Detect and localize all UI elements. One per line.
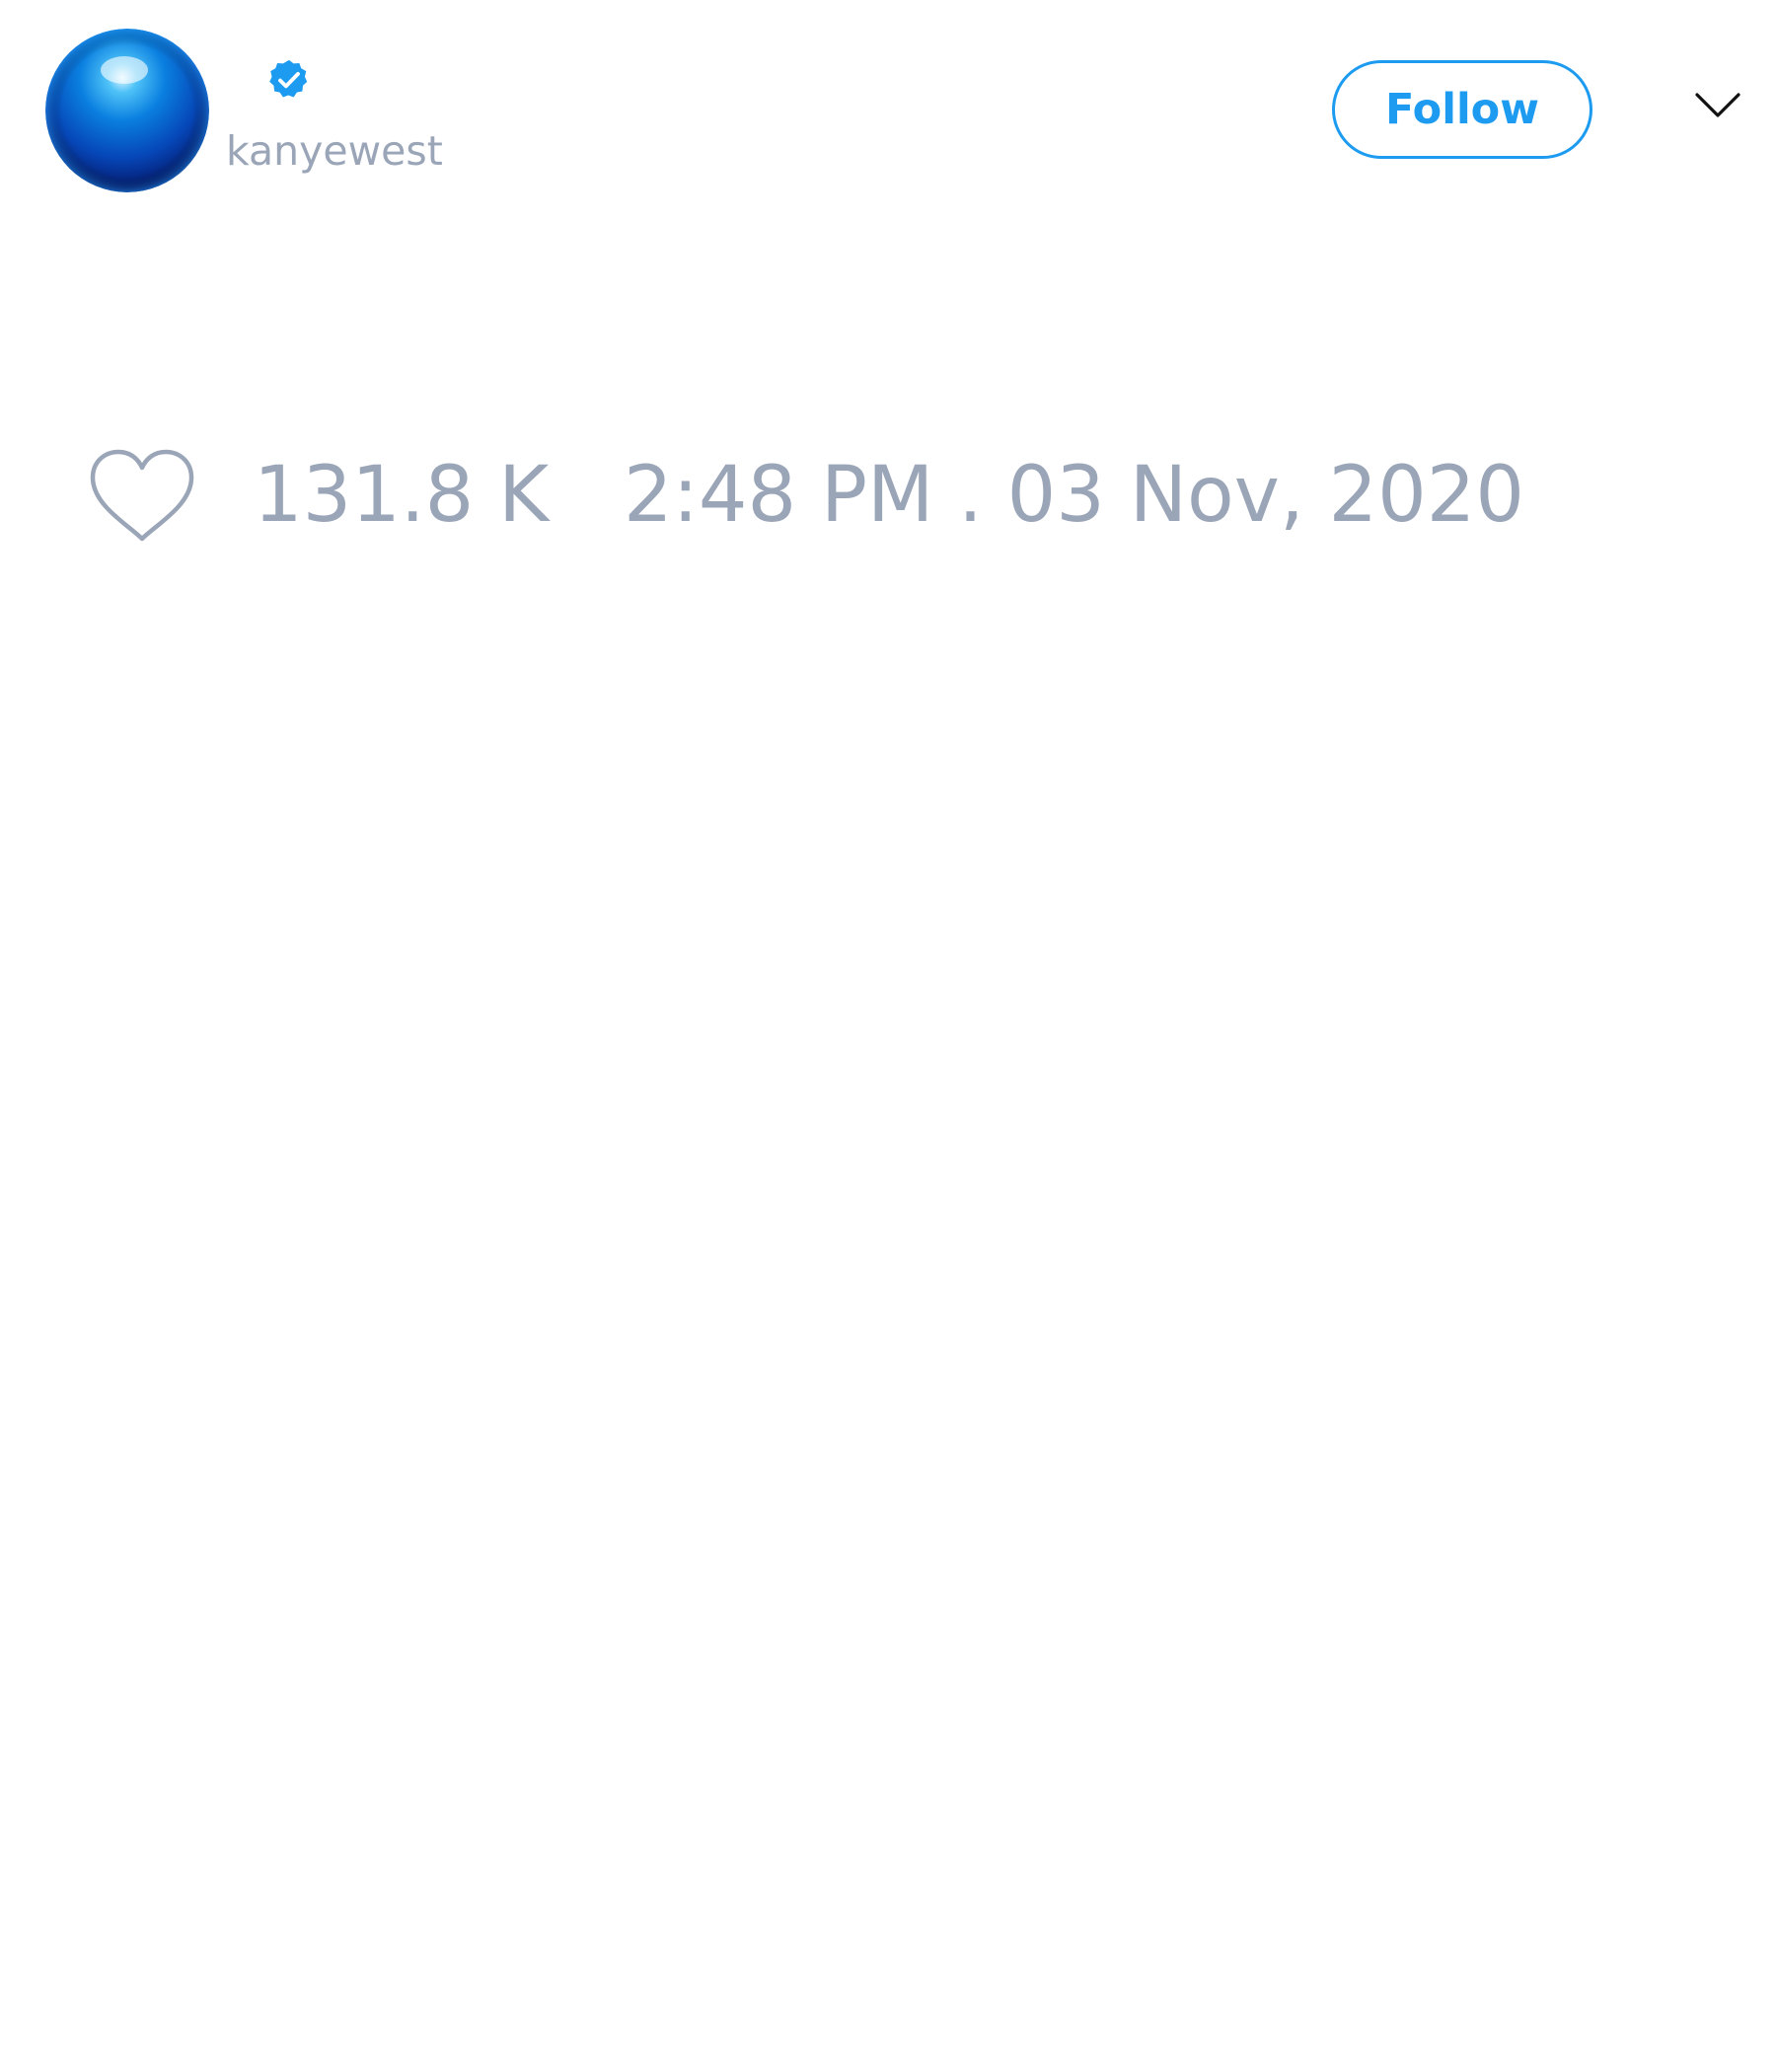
- tweet-header: kanyewest Follow: [0, 0, 1776, 217]
- tweet-stats: 131.8 K 2:48 PM . 03 Nov, 2020: [0, 434, 1776, 562]
- username[interactable]: kanyewest: [226, 126, 443, 176]
- timestamp[interactable]: 2:48 PM . 03 Nov, 2020: [624, 450, 1524, 541]
- chevron-down-icon[interactable]: [1694, 91, 1741, 120]
- avatar-sphere-image: [45, 29, 209, 192]
- like-count: 131.8 K: [254, 451, 550, 540]
- follow-button[interactable]: Follow: [1332, 60, 1592, 159]
- heart-outline-icon[interactable]: [89, 448, 195, 543]
- avatar[interactable]: [45, 29, 209, 192]
- verified-badge-icon: [266, 57, 312, 103]
